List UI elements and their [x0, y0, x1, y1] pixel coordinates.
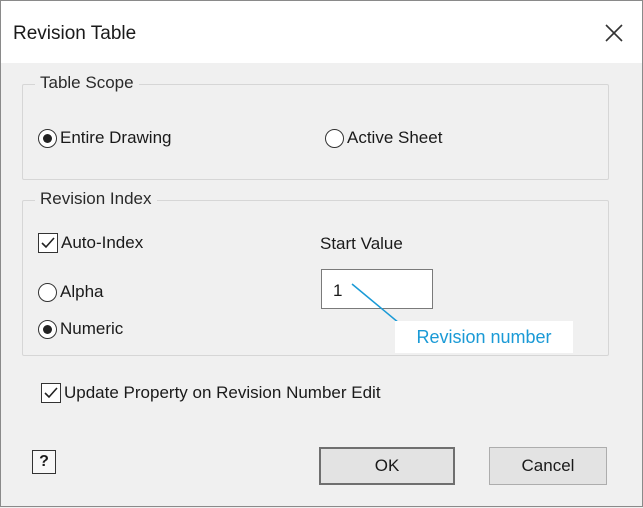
radio-circle: [325, 128, 344, 148]
auto-index-label: Auto-Index: [61, 233, 144, 252]
table-scope-title: Table Scope: [35, 73, 139, 93]
radio-circle: [38, 319, 57, 339]
callout-text: Revision number: [416, 326, 552, 347]
start-value-label: Start Value: [320, 234, 403, 253]
revision-index-title: Revision Index: [35, 189, 157, 209]
ok-label: OK: [374, 456, 400, 475]
checkmark-icon: [44, 387, 58, 399]
cancel-button[interactable]: Cancel: [489, 447, 607, 485]
entire-drawing-label: Entire Drawing: [60, 128, 172, 147]
checkbox-box: [41, 383, 61, 403]
numeric-radio[interactable]: Numeric: [38, 319, 123, 339]
revision-table-dialog: Revision Table Table Scope Entire Drawin…: [0, 0, 643, 507]
dialog-title: Revision Table: [13, 23, 137, 44]
title-bar: Revision Table: [1, 1, 642, 63]
checkmark-icon: [41, 237, 55, 249]
active-sheet-label: Active Sheet: [347, 128, 443, 147]
alpha-label: Alpha: [60, 282, 104, 301]
close-button[interactable]: [594, 15, 634, 51]
help-button[interactable]: ?: [32, 450, 56, 474]
help-icon: ?: [39, 453, 49, 470]
ok-button[interactable]: OK: [319, 447, 455, 485]
auto-index-checkbox[interactable]: Auto-Index: [38, 233, 143, 253]
active-sheet-radio[interactable]: Active Sheet: [325, 128, 442, 148]
numeric-label: Numeric: [60, 319, 124, 338]
entire-drawing-radio[interactable]: Entire Drawing: [38, 128, 172, 148]
radio-circle: [38, 282, 57, 302]
checkbox-box: [38, 233, 58, 253]
revision-number-callout: Revision number: [395, 321, 573, 353]
close-icon: [605, 24, 623, 42]
cancel-label: Cancel: [521, 456, 575, 475]
update-property-label: Update Property on Revision Number Edit: [64, 383, 381, 402]
update-property-checkbox[interactable]: Update Property on Revision Number Edit: [41, 383, 381, 403]
start-value-input[interactable]: [321, 269, 433, 309]
radio-circle: [38, 128, 57, 148]
alpha-radio[interactable]: Alpha: [38, 282, 103, 302]
